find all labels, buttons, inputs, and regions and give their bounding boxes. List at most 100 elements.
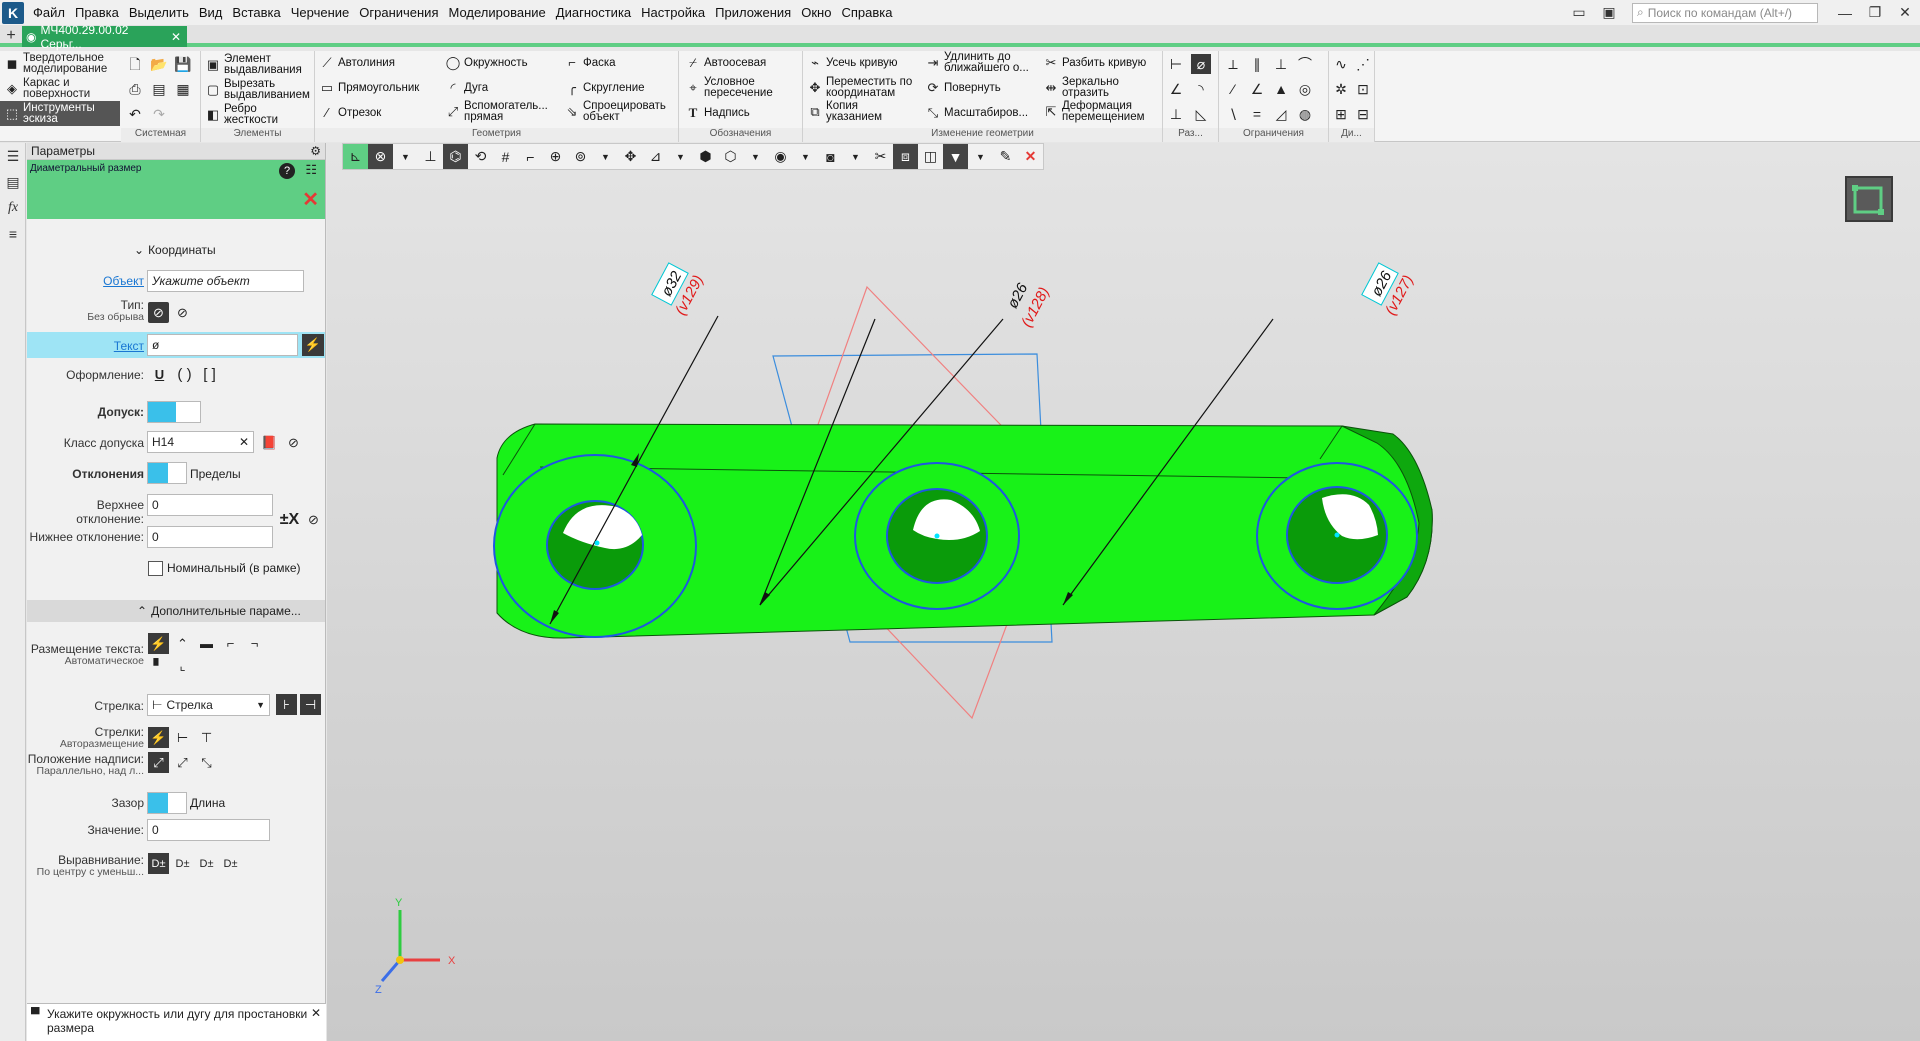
menu-file[interactable]: Файл xyxy=(28,5,70,20)
arrows-auto-icon[interactable]: ⚡ xyxy=(148,727,169,748)
tangent-icon[interactable]: ⌒ xyxy=(1295,54,1315,74)
zoom-window-icon[interactable]: ⊚ xyxy=(568,144,593,169)
autoline-button[interactable]: ⟋ Автолиния xyxy=(319,55,395,71)
eyedropper-icon[interactable]: ✎ xyxy=(993,144,1018,169)
diag-nodes-icon[interactable]: ⋰ xyxy=(1353,54,1373,74)
open-icon[interactable]: 📂 xyxy=(149,54,169,74)
redo-icon[interactable]: ↷ xyxy=(149,104,169,124)
camera-icon[interactable]: ◙ xyxy=(818,144,843,169)
rotate-view-icon[interactable]: ⟲ xyxy=(468,144,493,169)
placement-shelf-icon[interactable]: ⌞ xyxy=(172,655,193,676)
caption-horizontal-icon[interactable]: ⤡ xyxy=(196,752,217,773)
diag-curve-icon[interactable]: ∿ xyxy=(1331,54,1351,74)
zoom-dropdown-icon[interactable]: ▼ xyxy=(593,144,618,169)
symmetry-icon[interactable]: ◿ xyxy=(1271,104,1291,124)
zoom-icon[interactable]: ⊕ xyxy=(543,144,568,169)
mode-surface[interactable]: ◈ Каркас и поверхности xyxy=(0,76,120,101)
display-dropdown-icon[interactable]: ▼ xyxy=(743,144,768,169)
ortho-icon[interactable]: ⊥ xyxy=(418,144,443,169)
linear-dim-icon[interactable]: ⊢ xyxy=(1166,54,1186,74)
menu-edit[interactable]: Правка xyxy=(70,5,124,20)
menu-insert[interactable]: Вставка xyxy=(227,5,285,20)
arc-button[interactable]: ◜ Дуга xyxy=(445,80,488,96)
menu-modeling[interactable]: Моделирование xyxy=(444,5,551,20)
arrows-inside-icon[interactable]: ⊢ xyxy=(172,727,193,748)
tolerance-toggle[interactable] xyxy=(147,401,201,423)
print-icon[interactable]: ⎙ xyxy=(125,79,145,99)
arrow-select[interactable]: ⊢ Стрелка ▼ xyxy=(147,694,270,716)
hide-dropdown-icon[interactable]: ▼ xyxy=(793,144,818,169)
segment-button[interactable]: ⁄ Отрезок xyxy=(319,105,381,121)
swap-deviations-icon[interactable]: ±X xyxy=(279,509,300,530)
layout-icon[interactable]: ▭ xyxy=(1564,2,1594,24)
text-auto-icon[interactable]: ⚡ xyxy=(302,334,324,356)
fix-icon[interactable]: ⟂ xyxy=(1223,54,1243,74)
rotate-button[interactable]: ⟳ Повернуть xyxy=(925,80,1001,96)
undo-icon[interactable]: ↶ xyxy=(125,104,145,124)
tolerance-class-input[interactable]: H14 ✕ xyxy=(147,431,254,453)
view-cube[interactable] xyxy=(1845,176,1893,222)
equal-icon[interactable]: = xyxy=(1247,104,1267,124)
rib-button[interactable]: ◧ Ребро жесткости xyxy=(205,103,313,126)
menu-window[interactable]: Окно xyxy=(796,5,836,20)
mirror-button[interactable]: ⇹ Зеркально отразить xyxy=(1043,76,1133,99)
camera-dropdown-icon[interactable]: ▼ xyxy=(843,144,868,169)
close-tab-icon[interactable]: ✕ xyxy=(171,30,181,44)
aux-line-button[interactable]: ⤢ Вспомогатель... прямая xyxy=(445,100,548,123)
ordinate-dim-icon[interactable]: ⊥ xyxy=(1166,104,1186,124)
placement-left-icon[interactable]: ⌐ xyxy=(220,633,241,654)
save-icon[interactable]: 💾 xyxy=(173,54,193,74)
menu-select[interactable]: Выделить xyxy=(124,5,194,20)
stop-icon[interactable]: ✕ xyxy=(1018,144,1043,169)
document-tab[interactable]: ◉ МЧ400.29.00.02 Серьг... ✕ xyxy=(22,23,187,51)
layers-view-icon[interactable]: ◫ xyxy=(918,144,943,169)
move-coords-button[interactable]: ✥ Переместить по координатам xyxy=(807,76,921,99)
object-label[interactable]: Объект xyxy=(27,274,144,288)
arc-dim-icon[interactable]: ◺ xyxy=(1191,104,1211,124)
split-button[interactable]: ✂ Разбить кривую xyxy=(1043,55,1147,71)
close-message-icon[interactable]: ✕ xyxy=(311,1006,321,1020)
scale-button[interactable]: ⤡ Масштабиров... xyxy=(925,105,1028,121)
cond-intersection-button[interactable]: ⌖ Условное пересечение xyxy=(685,76,799,99)
with-break-icon[interactable]: ⊘ xyxy=(172,302,193,323)
book-icon[interactable]: 📕 xyxy=(259,432,280,453)
chamfer-button[interactable]: ⌐ Фаска xyxy=(564,55,615,71)
minimize-icon[interactable]: — xyxy=(1830,2,1860,24)
align-up-icon[interactable]: D± xyxy=(172,853,193,874)
command-search-input[interactable]: ⌕ Поиск по командам (Alt+/) xyxy=(1632,2,1818,23)
angle-constraint-icon[interactable]: ∠ xyxy=(1247,79,1267,99)
diameter-dim-icon[interactable]: ⌀ xyxy=(1191,54,1211,74)
panel-settings-icon[interactable]: ⚙ xyxy=(310,144,321,158)
caption-parallel-icon[interactable]: ⤢ xyxy=(148,752,169,773)
align-mid-icon[interactable]: D± xyxy=(196,853,217,874)
menu-apps[interactable]: Приложения xyxy=(710,5,796,20)
orient-dropdown-icon[interactable]: ▼ xyxy=(668,144,693,169)
angle-dim-icon[interactable]: ∠ xyxy=(1166,79,1186,99)
concentric-icon[interactable]: ◎ xyxy=(1295,79,1315,99)
upper-deviation-input[interactable]: 0 xyxy=(147,494,273,516)
section-icon[interactable]: ✂ xyxy=(868,144,893,169)
diag-edit-icon[interactable]: ⊟ xyxy=(1353,104,1373,124)
gap-toggle[interactable] xyxy=(147,792,187,814)
arrow-inside-icon[interactable]: ⊦ xyxy=(276,694,297,715)
menu-view[interactable]: Вид xyxy=(194,5,228,20)
menu-drafting[interactable]: Черчение xyxy=(286,5,355,20)
cancel-command-icon[interactable]: ✕ xyxy=(302,187,319,212)
parentheses-option[interactable]: ( ) xyxy=(174,364,195,385)
mode-solid[interactable]: ◼ Твердотельное моделирование xyxy=(0,51,120,76)
grid-icon[interactable]: # xyxy=(493,144,518,169)
sketch-mode-icon[interactable]: ⊾ xyxy=(343,144,368,169)
coords-section-toggle[interactable]: ⌄ Координаты xyxy=(134,243,216,257)
filter-icon[interactable]: ▼ xyxy=(943,144,968,169)
menu-settings[interactable]: Настройка xyxy=(636,5,710,20)
diag-box-icon[interactable]: ⊡ xyxy=(1353,79,1373,99)
collinear-icon[interactable]: ⁄ xyxy=(1223,79,1243,99)
no-break-icon[interactable]: ⊘ xyxy=(148,302,169,323)
extra-section-toggle[interactable]: ⌃ Дополнительные параме... xyxy=(27,600,325,622)
layers-icon[interactable]: ▤ xyxy=(0,169,26,195)
pan-icon[interactable]: ✥ xyxy=(618,144,643,169)
circle-button[interactable]: ◯ Окружность xyxy=(445,55,528,71)
viewport[interactable]: ø32 (v129) ø26 (v128) ø26 (v127) X Y Z xyxy=(327,143,1920,1041)
placement-leader-icon[interactable]: ▘ xyxy=(148,655,169,676)
label-button[interactable]: T Надпись xyxy=(685,105,750,121)
